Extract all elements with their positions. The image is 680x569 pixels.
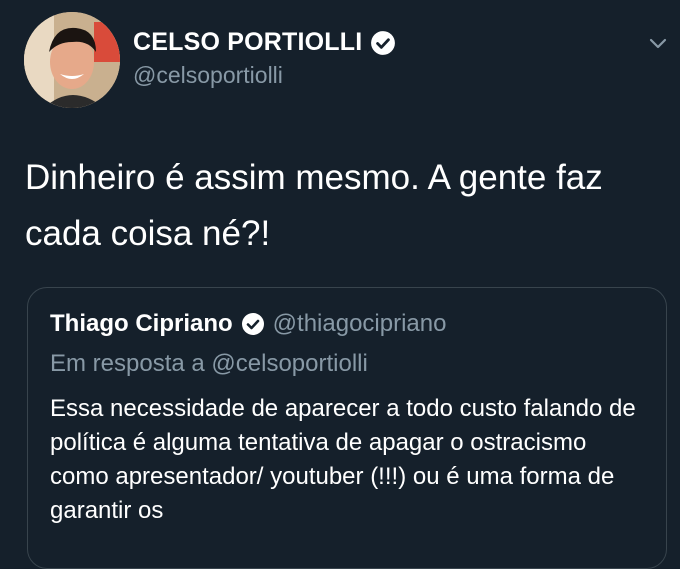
avatar-image [24, 12, 120, 108]
tweet-text: Dinheiro é assim mesmo. A gente faz cada… [25, 158, 603, 253]
quoted-tweet-card[interactable]: Thiago Cipriano @thiagocipriano Em respo… [27, 287, 667, 569]
quoted-tweet-text: Essa necessidade de aparecer a todo cust… [50, 395, 636, 524]
author-name-text[interactable]: CELSO PORTIOLLI [133, 28, 362, 57]
author-avatar[interactable] [24, 12, 120, 108]
verified-badge-icon [371, 30, 396, 55]
verified-badge-icon [241, 313, 264, 335]
chevron-down-icon[interactable] [645, 33, 671, 53]
reply-context: Em resposta a @celsoportiolli [50, 350, 368, 377]
quoted-author-handle[interactable]: @thiagocipriano [273, 310, 447, 338]
author-name[interactable]: CELSO PORTIOLLI [133, 28, 396, 57]
author-handle[interactable]: @celsoportiolli [133, 62, 283, 89]
quoted-author-name[interactable]: Thiago Cipriano [50, 310, 233, 338]
quoted-tweet-header: Thiago Cipriano @thiagocipriano [50, 310, 446, 338]
